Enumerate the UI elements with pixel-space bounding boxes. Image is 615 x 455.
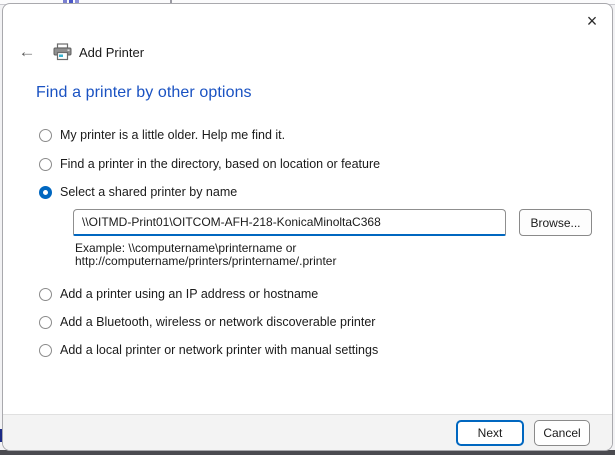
- browse-button[interactable]: Browse...: [519, 209, 592, 236]
- radio-label: My printer is a little older. Help me fi…: [60, 128, 286, 142]
- radio-label: Add a local printer or network printer w…: [60, 343, 379, 357]
- next-button[interactable]: Next: [456, 419, 524, 446]
- shared-printer-name-input[interactable]: [73, 209, 506, 236]
- radio-option-find-in-directory[interactable]: Find a printer in the directory, based o…: [39, 156, 380, 172]
- radio-option-shared-printer[interactable]: Select a shared printer by name: [39, 184, 237, 200]
- radio-label: Add a Bluetooth, wireless or network dis…: [60, 315, 376, 329]
- dialog-header: ← Add Printer: [15, 42, 145, 62]
- example-line1: Example: \\computername\printername or: [75, 241, 297, 255]
- radio-option-bluetooth-wireless[interactable]: Add a Bluetooth, wireless or network dis…: [39, 314, 375, 330]
- back-icon[interactable]: ←: [15, 42, 39, 62]
- dialog-title: Add Printer: [79, 44, 145, 60]
- printer-icon: [53, 43, 72, 61]
- cancel-button[interactable]: Cancel: [534, 419, 590, 446]
- radio-icon[interactable]: [39, 157, 52, 171]
- radio-option-local-printer[interactable]: Add a local printer or network printer w…: [39, 342, 378, 358]
- radio-label: Find a printer in the directory, based o…: [60, 157, 381, 171]
- radio-icon[interactable]: [39, 128, 52, 142]
- radio-icon[interactable]: [39, 315, 52, 329]
- example-line2: http://computername/printers/printername…: [75, 253, 337, 268]
- radio-option-ip-address[interactable]: Add a printer using an IP address or hos…: [39, 286, 318, 302]
- close-icon[interactable]: ×: [580, 9, 604, 33]
- radio-icon[interactable]: [39, 343, 52, 357]
- example-hint: Example: \\computername\printername or h…: [75, 242, 336, 267]
- dialog-footer: Next Cancel: [3, 414, 612, 450]
- radio-label: Select a shared printer by name: [60, 185, 238, 199]
- radio-option-older-printer[interactable]: My printer is a little older. Help me fi…: [39, 127, 285, 143]
- radio-icon[interactable]: [39, 287, 52, 301]
- radio-label: Add a printer using an IP address or hos…: [60, 287, 319, 301]
- radio-selected-icon[interactable]: [39, 185, 52, 199]
- add-printer-dialog: × ← Add Printer Find a printer by other …: [2, 3, 613, 451]
- page-title: Find a printer by other options: [36, 84, 252, 101]
